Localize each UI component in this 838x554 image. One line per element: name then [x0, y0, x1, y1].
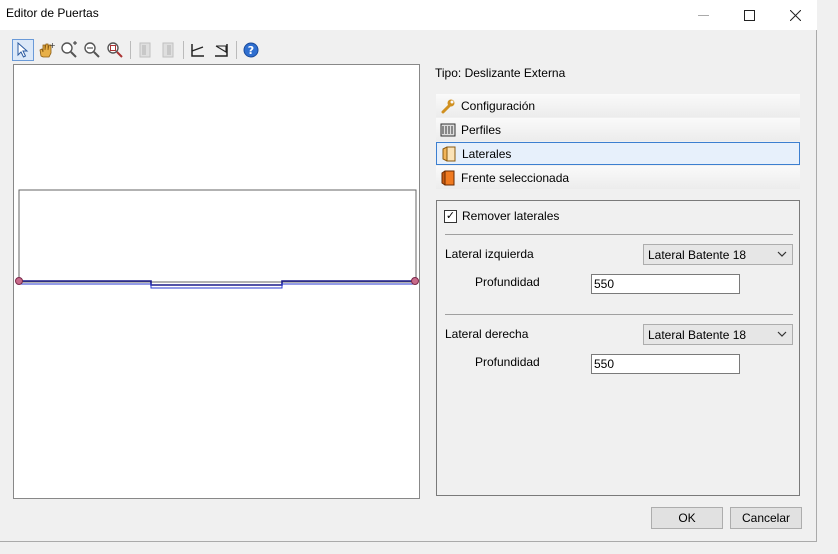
- left-lateral-select-value: Lateral Batente 18: [648, 247, 747, 262]
- toolbar-separator: [236, 41, 237, 59]
- toolbar-separator: [130, 41, 131, 59]
- door-frame-outline: [18, 189, 417, 283]
- zoom-in-button[interactable]: [58, 39, 80, 61]
- zoom-in-icon: [61, 41, 77, 58]
- title-bar: Editor de Puertas: [0, 0, 817, 30]
- close-button[interactable]: [772, 0, 818, 30]
- left-angle-button[interactable]: [187, 39, 209, 61]
- profiles-icon: [439, 121, 457, 139]
- left-profile-button[interactable]: [134, 39, 156, 61]
- divider: [445, 314, 793, 315]
- door-drawing: [15, 189, 419, 289]
- zoom-extents-button[interactable]: [104, 39, 126, 61]
- right-angle-icon: [215, 44, 228, 57]
- maximize-button[interactable]: [726, 0, 772, 30]
- front-icon: [439, 169, 457, 187]
- left-lateral-label: Lateral izquierda: [445, 247, 534, 261]
- right-lateral-select[interactable]: Lateral Batente 18: [643, 324, 793, 345]
- right-lateral-label: Lateral derecha: [445, 327, 529, 341]
- chevron-down-icon: [777, 328, 787, 343]
- section-perfiles[interactable]: Perfiles: [436, 118, 800, 141]
- right-lateral-select-value: Lateral Batente 18: [648, 327, 747, 342]
- left-angle-icon: [191, 44, 204, 57]
- left-depth-input[interactable]: 550: [591, 274, 740, 294]
- right-angle-button[interactable]: [210, 39, 232, 61]
- select-pointer-button[interactable]: [12, 39, 34, 61]
- laterals-icon: [440, 145, 458, 163]
- remove-laterals-label: Remover laterales: [462, 209, 560, 223]
- help-icon: ?: [243, 42, 259, 58]
- pan-hand-icon: +: [39, 41, 55, 58]
- left-lateral-select[interactable]: Lateral Batente 18: [643, 244, 793, 265]
- section-frente-seleccionada[interactable]: Frente seleccionada: [436, 166, 800, 189]
- svg-text:+: +: [49, 41, 55, 50]
- left-anchor-point: [15, 277, 23, 285]
- minimize-icon: [697, 14, 709, 16]
- chevron-down-icon: [777, 248, 787, 263]
- wrench-icon: [439, 97, 457, 115]
- svg-text:?: ?: [248, 44, 254, 57]
- select-pointer-icon: [17, 42, 29, 58]
- left-depth-label: Profundidad: [475, 275, 540, 289]
- checkmark-icon[interactable]: ✓: [444, 209, 457, 223]
- door-preview-canvas[interactable]: [13, 64, 420, 499]
- right-depth-input[interactable]: 550: [591, 354, 740, 374]
- window-title: Editor de Puertas: [6, 6, 99, 20]
- help-button[interactable]: ?: [240, 39, 262, 61]
- right-depth-label: Profundidad: [475, 355, 540, 369]
- laterales-panel: ✓ Remover laterales Lateral izquierda La…: [436, 200, 800, 496]
- section-label: Perfiles: [461, 122, 502, 137]
- toolbar: + ?: [12, 39, 263, 61]
- toolbar-separator: [183, 41, 184, 59]
- zoom-out-icon: [84, 42, 100, 58]
- door-editor-window: Editor de Puertas + ? Tipo: Deslizante E…: [0, 0, 817, 542]
- maximize-icon: [743, 9, 755, 21]
- cancel-button[interactable]: Cancelar: [730, 507, 802, 529]
- left-depth-value: 550: [594, 277, 615, 291]
- section-laterales[interactable]: Laterales: [436, 142, 800, 165]
- right-anchor-point: [411, 277, 419, 285]
- close-icon: [789, 9, 801, 21]
- minimize-button[interactable]: [680, 0, 726, 30]
- right-depth-value: 550: [594, 357, 615, 371]
- section-label: Configuración: [461, 98, 536, 113]
- ok-button[interactable]: OK: [651, 507, 723, 529]
- section-label: Laterales: [462, 146, 512, 161]
- zoom-extents-icon: [107, 42, 123, 58]
- right-profile-icon: [162, 42, 174, 58]
- door-type-label: Tipo: Deslizante Externa: [435, 66, 566, 80]
- section-label: Frente seleccionada: [461, 170, 570, 185]
- right-profile-button[interactable]: [157, 39, 179, 61]
- section-configuracion[interactable]: Configuración: [436, 94, 800, 117]
- left-profile-icon: [139, 42, 151, 58]
- pan-button[interactable]: +: [35, 39, 57, 61]
- divider: [445, 234, 793, 235]
- zoom-out-button[interactable]: [81, 39, 103, 61]
- remove-laterals-checkbox[interactable]: ✓ Remover laterales: [444, 209, 559, 223]
